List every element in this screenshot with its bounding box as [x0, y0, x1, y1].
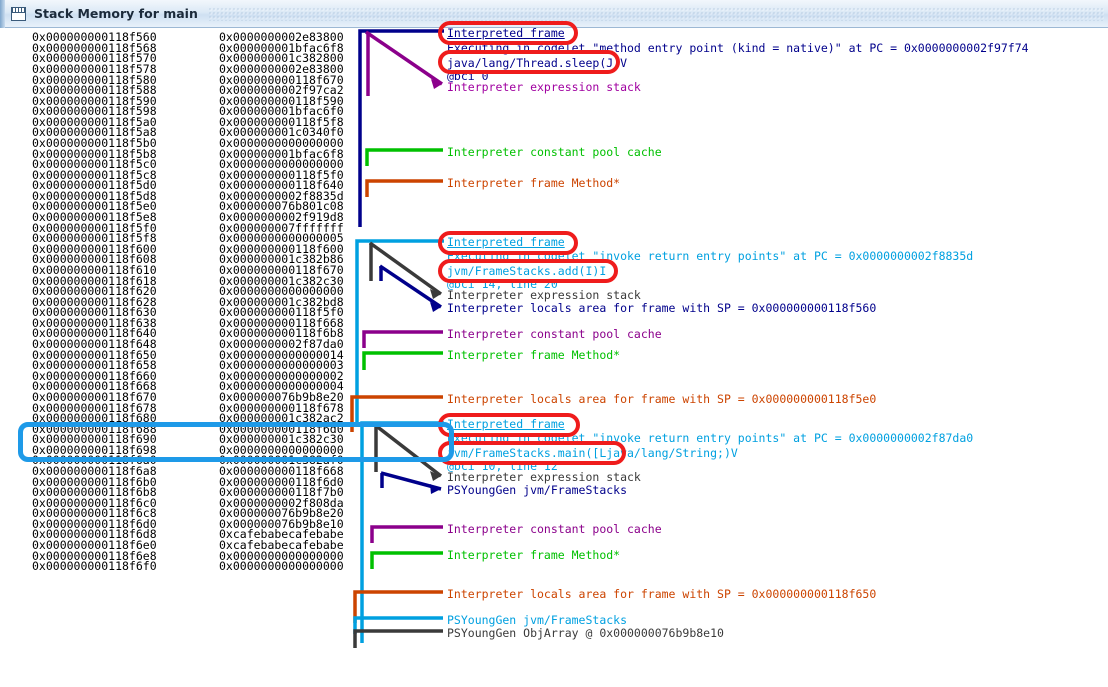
annotation-g2-exprstack: Interpreter expression stack: [447, 288, 641, 302]
annotation-g3-objarray: PSYoungGen ObjArray @ 0x000000076b9b8e10: [447, 626, 724, 640]
annotation-g2-locals2: Interpreter locals area for frame with S…: [447, 392, 877, 406]
table-row[interactable]: 0x000000000118f6f0 0x0000000000000000: [0, 561, 410, 572]
oval-thread-sleep: [438, 50, 620, 74]
titlebar-left-edge: [0, 0, 5, 28]
oval-interpreted-frame-2: [438, 231, 578, 255]
oval-framestacks-add: [438, 259, 618, 283]
oval-interpreted-frame-3: [438, 413, 580, 437]
annotation-g2-method-p: Interpreter frame Method*: [447, 348, 621, 362]
oval-interpreted-frame-1: [438, 21, 578, 45]
annotation-g1-exprstack: Interpreter expression stack: [447, 80, 641, 94]
annotation-g3-method-p: Interpreter frame Method*: [447, 548, 621, 562]
memory-value: 0x0000000000000000: [219, 559, 344, 574]
annotation-g3-psyoung1: PSYoungGen jvm/FrameStacks: [447, 483, 628, 497]
annotation-g2-cpcache: Interpreter constant pool cache: [447, 327, 662, 341]
memory-address: 0x000000000118f6f0: [32, 559, 157, 574]
annotation-g3-cpcache: Interpreter constant pool cache: [447, 522, 662, 536]
rect-locals-values: [18, 422, 454, 462]
oval-framestacks-main: [438, 441, 626, 465]
annotation-g3-psyoung2: PSYoungGen jvm/FrameStacks: [447, 613, 628, 627]
annotation-g3-locals: Interpreter locals area for frame with S…: [447, 587, 877, 601]
annotation-g3-exprstack: Interpreter expression stack: [447, 470, 641, 484]
annotation-g1-method-p: Interpreter frame Method*: [447, 176, 621, 190]
annotation-g2-locals1: Interpreter locals area for frame with S…: [447, 301, 877, 315]
titlebar-grip[interactable]: [207, 6, 1104, 21]
window-title: Stack Memory for main: [34, 6, 198, 21]
annotation-g1-cpcache: Interpreter constant pool cache: [447, 145, 662, 159]
window-icon: [11, 6, 26, 21]
